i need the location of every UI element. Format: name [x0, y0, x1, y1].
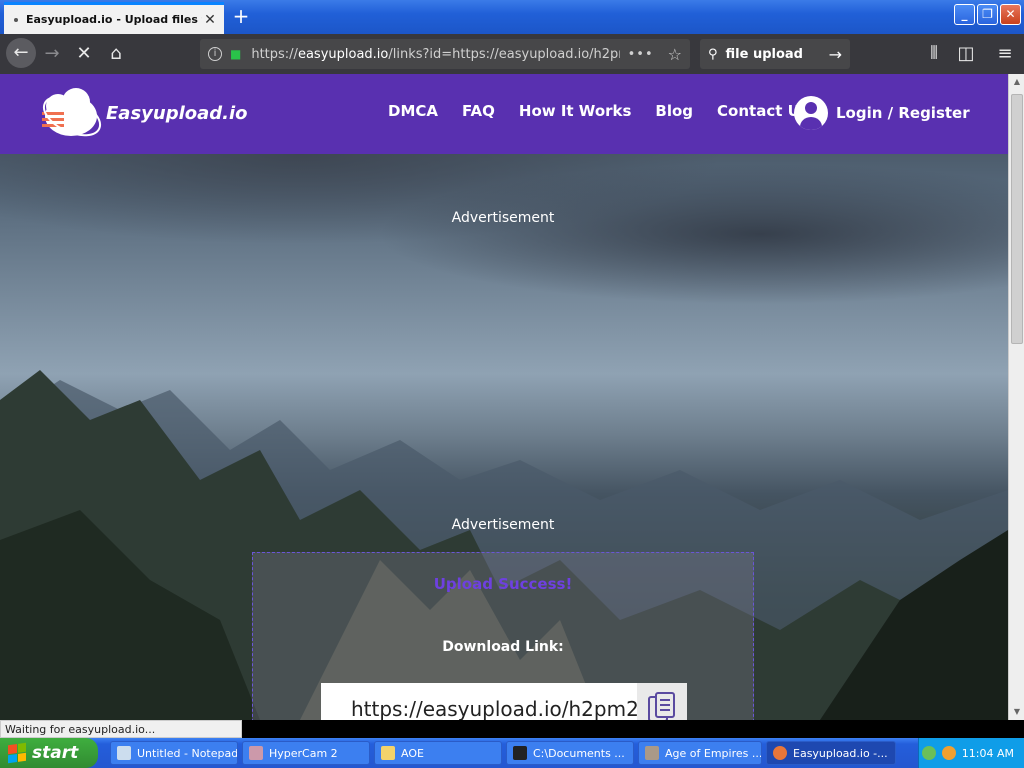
notepad-icon — [117, 746, 131, 760]
search-bar[interactable]: ⚲ file upload → — [700, 39, 850, 69]
game-icon — [645, 746, 659, 760]
tab-close-icon[interactable]: ✕ — [202, 12, 218, 28]
start-button[interactable]: start — [0, 738, 98, 768]
upload-success-message: Upload Success! — [433, 575, 573, 593]
taskbar-item-aoe-folder[interactable]: AOE — [374, 741, 502, 765]
download-link-field[interactable]: https://easyupload.io/h2pm29 — [321, 683, 637, 720]
login-label: Login / Register — [836, 104, 970, 122]
lock-icon[interactable]: ■ — [230, 47, 241, 61]
windows-taskbar: start Untitled - Notepad HyperCam 2 AOE … — [0, 738, 1024, 768]
maximize-button[interactable]: ❐ — [977, 4, 998, 25]
search-go-icon[interactable]: → — [829, 45, 842, 64]
taskbar-item-hypercam[interactable]: HyperCam 2 — [242, 741, 370, 765]
home-button[interactable]: ⌂ — [104, 42, 128, 66]
scrollbar-thumb[interactable] — [1011, 94, 1023, 344]
back-button[interactable]: ← — [6, 38, 36, 68]
search-icon: ⚲ — [708, 46, 718, 62]
page-actions-icon[interactable]: ••• — [628, 47, 654, 62]
advertisement-label-top: Advertisement — [451, 210, 555, 226]
upload-result-panel: Upload Success! Download Link: https://e… — [252, 552, 754, 720]
main-menu: DMCA FAQ How It Works Blog Contact Us — [388, 102, 809, 120]
page-viewport: Easyupload.io DMCA FAQ How It Works Blog… — [0, 74, 1008, 720]
sidebar-icon[interactable]: ◫ — [954, 42, 978, 66]
download-link-label: Download Link: — [442, 639, 564, 655]
start-label: start — [32, 743, 79, 763]
address-bar[interactable]: i ■ https://easyupload.io/links?id=https… — [200, 39, 690, 69]
browser-tab-active[interactable]: Easyupload.io - Upload files for fr ✕ — [4, 2, 224, 34]
user-avatar-icon — [794, 96, 828, 130]
search-input[interactable]: file upload — [726, 47, 829, 62]
navigation-toolbar: ← → ✕ ⌂ i ■ https://easyupload.io/links?… — [0, 34, 1024, 74]
system-tray: 11:04 AM — [918, 738, 1024, 768]
firefox-icon — [773, 746, 787, 760]
copy-icon — [648, 692, 675, 720]
cloud-logo-icon — [42, 88, 102, 137]
taskbar-item-label: Untitled - Notepad — [137, 746, 238, 760]
library-icon[interactable]: ⫴ — [922, 42, 946, 66]
hypercam-icon — [249, 746, 263, 760]
new-tab-button[interactable]: + — [230, 6, 252, 28]
brand-name: Easyupload.io — [106, 103, 248, 124]
tab-title: Easyupload.io - Upload files for fr — [26, 13, 202, 26]
copy-link-button[interactable] — [637, 683, 687, 720]
login-register-link[interactable]: Login / Register — [794, 96, 970, 130]
menu-item-how-it-works[interactable]: How It Works — [519, 102, 632, 120]
folder-icon — [381, 746, 395, 760]
address-url[interactable]: https://easyupload.io/links?id=https://e… — [251, 47, 619, 62]
taskbar-item-label: HyperCam 2 — [269, 746, 338, 760]
close-window-button[interactable]: ✕ — [1000, 4, 1021, 25]
loading-indicator-icon — [14, 17, 18, 22]
stop-loading-button[interactable]: ✕ — [72, 42, 96, 66]
menu-item-blog[interactable]: Blog — [655, 102, 693, 120]
site-logo[interactable]: Easyupload.io — [38, 86, 248, 142]
page-scrollbar[interactable]: ▲ ▼ — [1008, 74, 1024, 720]
taskbar-item-label: Age of Empires ... — [665, 746, 762, 760]
advertisement-label-middle: Advertisement — [451, 517, 555, 533]
minimize-button[interactable]: _ — [954, 4, 975, 25]
menu-hamburger-icon[interactable]: ≡ — [993, 42, 1017, 66]
taskbar-item-age-of-empires[interactable]: Age of Empires ... — [638, 741, 762, 765]
taskbar-item-label: Easyupload.io -... — [793, 746, 888, 760]
site-info-icon[interactable]: i — [208, 47, 222, 61]
menu-item-dmca[interactable]: DMCA — [388, 102, 438, 120]
scroll-down-arrow-icon[interactable]: ▼ — [1010, 704, 1024, 720]
bookmark-star-icon[interactable]: ☆ — [668, 45, 682, 64]
clock: 11:04 AM — [961, 746, 1014, 760]
taskbar-item-notepad[interactable]: Untitled - Notepad — [110, 741, 238, 765]
taskbar-item-7zip[interactable]: C:\Documents ... — [506, 741, 634, 765]
status-bar-text: Waiting for easyupload.io... — [0, 720, 242, 738]
tray-search-icon[interactable] — [941, 746, 956, 760]
site-header: Easyupload.io DMCA FAQ How It Works Blog… — [0, 74, 1008, 154]
windows-flag-icon — [8, 742, 26, 764]
taskbar-item-firefox[interactable]: Easyupload.io -... — [766, 741, 896, 765]
window-titlebar: Easyupload.io - Upload files for fr ✕ + … — [0, 0, 1024, 34]
menu-item-faq[interactable]: FAQ — [462, 102, 495, 120]
taskbar-item-label: C:\Documents ... — [533, 746, 625, 760]
forward-button[interactable]: → — [40, 42, 64, 66]
7zip-icon — [513, 746, 527, 760]
scroll-up-arrow-icon[interactable]: ▲ — [1010, 74, 1024, 90]
taskbar-item-label: AOE — [401, 746, 424, 760]
tray-network-icon[interactable] — [921, 746, 936, 760]
